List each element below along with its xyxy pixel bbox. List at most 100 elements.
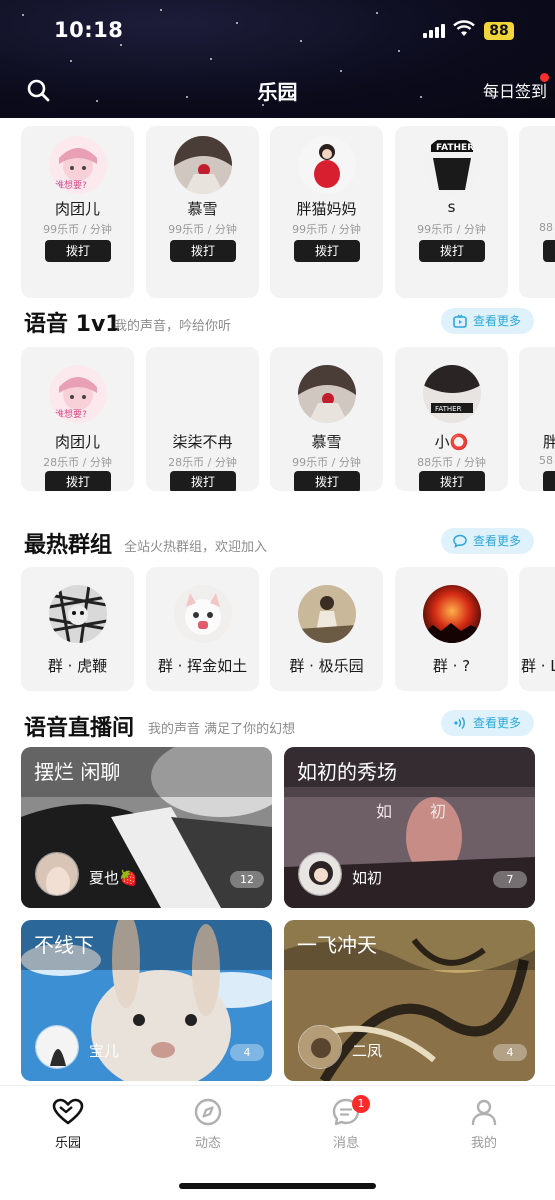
star-decoration <box>120 44 122 46</box>
voice-1v1-row[interactable]: 谁想要? 肉团儿 28乐币 / 分钟 拨打 柒柒不冉 28乐币 / 分钟 拨打 … <box>21 347 555 491</box>
host-price: 99乐币 / 分钟 <box>417 223 486 236</box>
search-icon[interactable] <box>26 78 50 102</box>
host-card[interactable]: 胖 58 <box>519 347 555 491</box>
host-price: 99乐币 / 分钟 <box>43 223 112 236</box>
host-name: 慕雪 <box>311 433 342 451</box>
live-room-card[interactable]: 不线下 宝儿 4 <box>21 920 272 1081</box>
host-card[interactable]: FATHER 小⭕ 88乐币 / 分钟 拨打 <box>395 347 508 491</box>
live-room-card[interactable]: 一飞冲天 二凤 4 <box>284 920 535 1081</box>
host-name: 夏也🍓 <box>89 869 138 887</box>
tab-paradise[interactable]: 乐园 <box>33 1098 103 1158</box>
call-button[interactable]: 拨打 <box>45 471 111 491</box>
status-time: 10:18 <box>54 18 124 42</box>
view-more-button[interactable]: 查看更多 <box>441 308 534 334</box>
host-card[interactable]: FATHER s 99乐币 / 分钟 拨打 <box>395 126 508 298</box>
call-button[interactable]: 拨打 <box>419 471 485 491</box>
svg-text:FATHER: FATHER <box>436 143 474 153</box>
star-decoration <box>186 96 188 98</box>
star-decoration <box>160 9 162 11</box>
live-room-title: 不线下 <box>21 920 272 970</box>
host-card[interactable]: 88 <box>519 126 555 298</box>
tab-messages[interactable]: 消息 1 <box>311 1095 381 1158</box>
host-name: 肉团儿 <box>54 200 100 218</box>
live-room-title: 摆烂 闲聊 <box>21 747 272 797</box>
heart-icon <box>52 1098 84 1125</box>
host-price: 58 <box>539 454 553 467</box>
host-avatar <box>35 1025 79 1069</box>
group-card[interactable]: 群 · 挥金如土 <box>146 567 259 691</box>
tab-label: 我的 <box>470 1136 497 1151</box>
call-button[interactable]: 拨打 <box>294 471 360 491</box>
host-price: 99乐币 / 分钟 <box>292 456 361 469</box>
star-decoration <box>22 14 24 16</box>
host-price: 88 <box>539 221 553 234</box>
host-card[interactable]: 谁想要? 肉团儿 99乐币 / 分钟 拨打 <box>21 126 134 298</box>
tab-label: 乐园 <box>54 1136 81 1151</box>
group-card[interactable]: 群 · 虎鞭 <box>21 567 134 691</box>
avatar <box>298 365 356 423</box>
section-subtitle: 我的声音 满足了你的幻想 <box>148 722 296 737</box>
host-name: 二凤 <box>352 1042 383 1060</box>
host-name: 慕雪 <box>187 200 218 218</box>
host-card[interactable]: 慕雪 99乐币 / 分钟 拨打 <box>146 126 259 298</box>
live-room-card[interactable]: 如 初 如初的秀场 如初 7 <box>284 747 535 908</box>
star-decoration <box>210 58 212 60</box>
call-button[interactable]: 拨打 <box>170 240 236 262</box>
call-button[interactable]: 拨打 <box>419 240 485 262</box>
call-button[interactable]: 拨打 <box>294 240 360 262</box>
host-name: 小⭕ <box>434 433 469 451</box>
tab-me[interactable]: 我的 <box>449 1098 519 1158</box>
host-name: 柒柒不冉 <box>172 433 233 451</box>
view-more-button[interactable]: 查看更多 <box>441 528 534 554</box>
top-header: 10:18 88 乐园 每日签到 <box>0 0 555 118</box>
group-avatar <box>49 585 107 643</box>
host-name: 如初 <box>352 869 383 887</box>
group-card[interactable]: 群 · ? <box>395 567 508 691</box>
view-more-label: 查看更多 <box>473 314 522 328</box>
hot-groups-row[interactable]: 群 · 虎鞭 群 · 挥金如土 群 · 极乐园 群 · ? 群 · L <box>21 567 555 691</box>
call-button[interactable]: 拨打 <box>45 240 111 262</box>
section-title-hot-groups: 最热群组 <box>24 533 113 558</box>
star-decoration <box>340 70 342 72</box>
svg-text:谁想要?: 谁想要? <box>55 179 87 191</box>
avatar: 谁想要? <box>49 136 107 194</box>
avatar: 谁想要? <box>49 365 107 423</box>
group-card[interactable]: 群 · L <box>519 567 555 691</box>
broadcast-icon <box>454 716 465 730</box>
live-room-title: 一飞冲天 <box>284 920 535 970</box>
svg-text:初: 初 <box>430 802 446 821</box>
group-name: 群 · ? <box>432 657 471 675</box>
main-content[interactable]: 谁想要? 肉团儿 99乐币 / 分钟 拨打 慕雪 99乐币 / 分钟 拨打 胖猫… <box>0 118 555 1085</box>
avatar <box>298 136 356 194</box>
host-card[interactable]: 谁想要? 肉团儿 28乐币 / 分钟 拨打 <box>21 347 134 491</box>
top-hosts-row[interactable]: 谁想要? 肉团儿 99乐币 / 分钟 拨打 慕雪 99乐币 / 分钟 拨打 胖猫… <box>21 126 555 298</box>
chat-bubble-icon <box>453 534 467 548</box>
home-indicator <box>179 1183 376 1189</box>
view-more-button[interactable]: 查看更多 <box>441 710 534 736</box>
host-price: 28乐币 / 分钟 <box>43 456 112 469</box>
star-decoration <box>398 50 400 52</box>
call-button[interactable] <box>543 471 555 491</box>
call-button[interactable]: 拨打 <box>170 471 236 491</box>
avatar: FATHER <box>423 365 481 423</box>
host-card[interactable]: 柒柒不冉 28乐币 / 分钟 拨打 <box>146 347 259 491</box>
group-avatar <box>298 585 356 643</box>
host-card[interactable]: 胖猫妈妈 99乐币 / 分钟 拨打 <box>270 126 383 298</box>
section-subtitle: 我的声音，吟给你听 <box>114 319 232 334</box>
host-card[interactable]: 慕雪 99乐币 / 分钟 拨打 <box>270 347 383 491</box>
group-name: 群 · 挥金如土 <box>157 657 248 675</box>
call-button[interactable] <box>543 240 555 262</box>
group-card[interactable]: 群 · 极乐园 <box>270 567 383 691</box>
star-decoration <box>70 60 72 62</box>
host-name: 宝儿 <box>89 1042 120 1060</box>
unread-badge: 1 <box>352 1095 370 1113</box>
group-name: 群 · 极乐园 <box>289 657 364 675</box>
tv-icon <box>453 314 467 328</box>
group-avatar <box>174 585 232 643</box>
tab-moments[interactable]: 动态 <box>173 1098 243 1158</box>
live-room-card[interactable]: 摆烂 闲聊 夏也🍓 12 <box>21 747 272 908</box>
avatar: FATHER <box>423 136 481 194</box>
host-avatar <box>298 1025 342 1069</box>
group-name: 群 · L <box>521 657 555 675</box>
daily-checkin-button[interactable]: 每日签到 <box>483 78 547 102</box>
